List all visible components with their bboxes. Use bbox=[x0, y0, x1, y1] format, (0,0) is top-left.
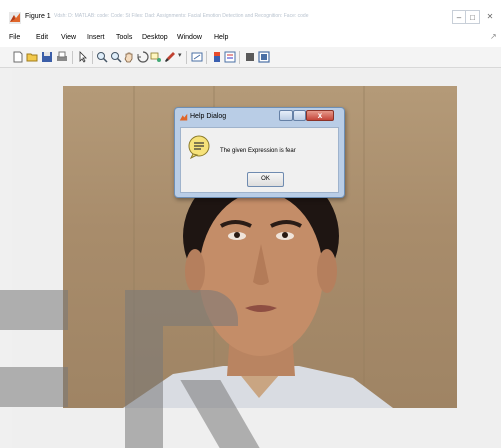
select-arrow-icon[interactable] bbox=[77, 51, 89, 63]
toolbar-separator bbox=[206, 51, 207, 64]
zoom-in-icon[interactable] bbox=[96, 51, 108, 63]
hide-plot-tools-icon[interactable] bbox=[244, 51, 256, 63]
dialog-title: Help Dialog bbox=[190, 113, 227, 120]
maximize-button[interactable]: □ bbox=[466, 10, 480, 24]
help-speech-bubble-icon bbox=[188, 135, 210, 159]
toolbar-separator bbox=[92, 51, 93, 64]
menu-insert[interactable]: Insert bbox=[87, 34, 105, 41]
open-icon[interactable] bbox=[26, 51, 38, 63]
toolbar-separator bbox=[239, 51, 240, 64]
legend-icon[interactable] bbox=[224, 51, 236, 63]
data-cursor-icon[interactable] bbox=[150, 51, 162, 63]
menu-overflow-icon[interactable]: ↗ bbox=[490, 32, 497, 41]
figure-toolbar: ▾ bbox=[0, 47, 501, 68]
help-dialog: Help Dialog x The given Expression is fe… bbox=[174, 107, 345, 198]
link-plot-icon[interactable] bbox=[191, 51, 203, 63]
ok-button[interactable]: OK bbox=[247, 172, 284, 187]
watermark-shape bbox=[125, 290, 163, 448]
show-plot-tools-icon[interactable] bbox=[258, 51, 270, 63]
zoom-out-icon[interactable] bbox=[110, 51, 122, 63]
brush-icon[interactable] bbox=[164, 51, 176, 63]
dialog-message: The given Expression is fear bbox=[220, 148, 296, 154]
dialog-body: The given Expression is fear OK bbox=[180, 127, 339, 193]
title-bar: Figure 1 Vdsh: D: MATLAB: code: Code: St… bbox=[0, 0, 501, 30]
menu-file[interactable]: File bbox=[9, 34, 20, 41]
pan-icon[interactable] bbox=[123, 51, 135, 63]
rotate-icon[interactable] bbox=[137, 51, 149, 63]
minimize-button[interactable]: – bbox=[452, 10, 466, 24]
dropdown-arrow-icon[interactable]: ▾ bbox=[178, 51, 182, 59]
toolbar-separator bbox=[72, 51, 73, 64]
colorbar-icon[interactable] bbox=[211, 51, 223, 63]
save-icon[interactable] bbox=[41, 51, 53, 63]
dialog-maximize-button[interactable] bbox=[293, 110, 306, 121]
menu-window[interactable]: Window bbox=[177, 34, 202, 41]
menu-desktop[interactable]: Desktop bbox=[142, 34, 168, 41]
matlab-logo-icon bbox=[9, 12, 21, 24]
new-figure-icon[interactable] bbox=[12, 51, 24, 63]
menu-tools[interactable]: Tools bbox=[116, 34, 132, 41]
menu-edit[interactable]: Edit bbox=[36, 34, 48, 41]
watermark-shape bbox=[0, 367, 68, 407]
menu-view[interactable]: View bbox=[61, 34, 76, 41]
window-path: Vdsh: D: MATLAB: code: Code: St Files: D… bbox=[54, 13, 309, 19]
matlab-logo-icon bbox=[179, 113, 188, 121]
window-title: Figure 1 bbox=[25, 13, 51, 20]
toolbar-separator bbox=[186, 51, 187, 64]
print-icon[interactable] bbox=[56, 51, 68, 63]
dialog-close-button[interactable]: x bbox=[306, 110, 334, 121]
close-button[interactable]: ✕ bbox=[483, 10, 497, 24]
matlab-figure-window: Figure 1 Vdsh: D: MATLAB: code: Code: St… bbox=[0, 0, 501, 448]
watermark-shape bbox=[0, 290, 68, 330]
dialog-minimize-button[interactable] bbox=[279, 110, 293, 121]
menu-help[interactable]: Help bbox=[214, 34, 228, 41]
menu-bar: File Edit View Insert Tools Desktop Wind… bbox=[0, 30, 501, 47]
